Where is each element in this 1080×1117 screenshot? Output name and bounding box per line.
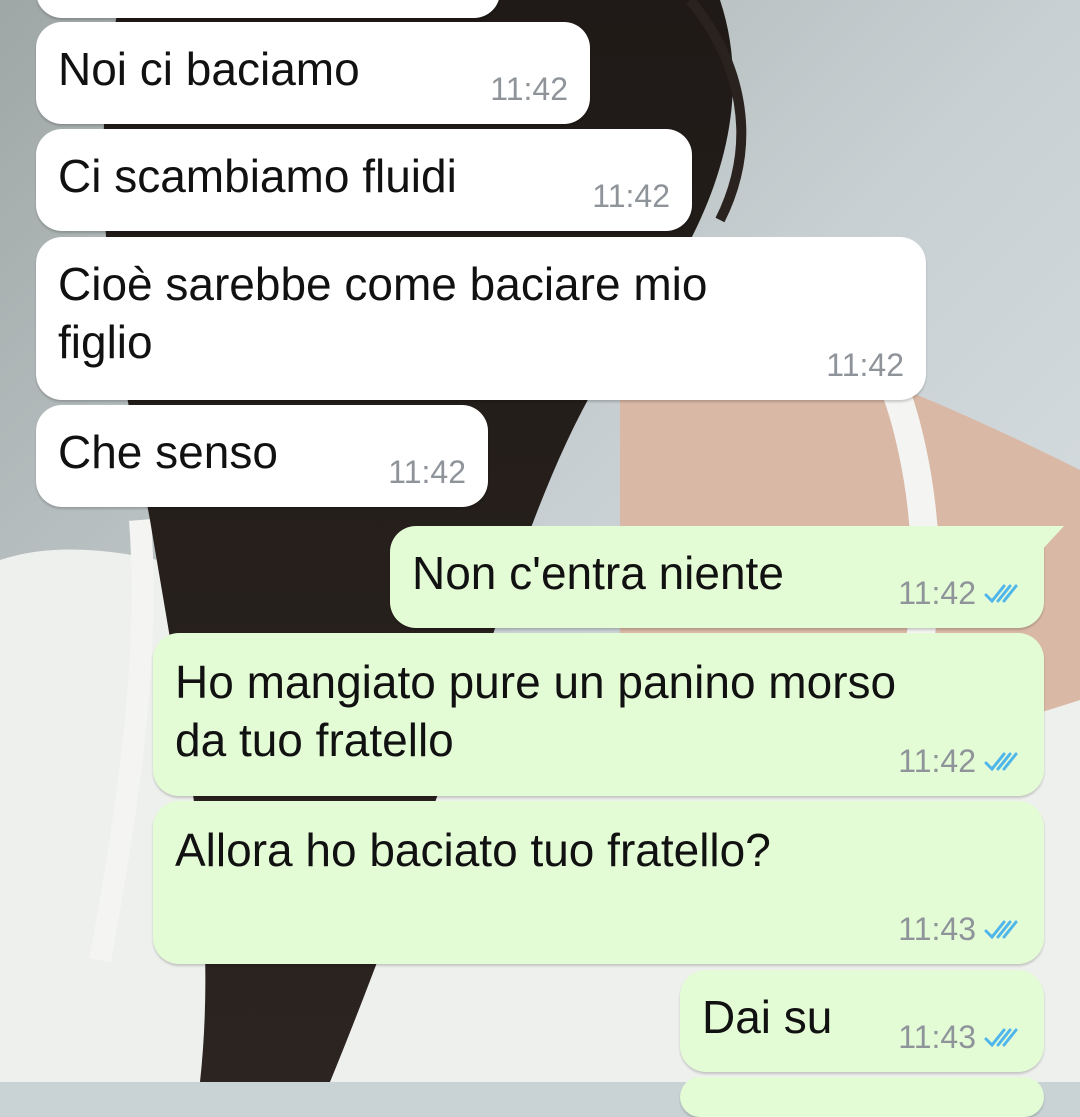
message-bubble-partial[interactable] bbox=[680, 1077, 1044, 1117]
message-bubble-incoming[interactable]: Cioè sarebbe come baciare mio figlio 11:… bbox=[36, 237, 926, 400]
message-text: Dai su bbox=[702, 991, 833, 1043]
message-text: Cioè sarebbe come baciare mio figlio bbox=[58, 258, 708, 368]
double-check-icon bbox=[984, 920, 1018, 939]
message-timestamp: 11:42 bbox=[898, 743, 976, 779]
message-bubble-partial[interactable] bbox=[36, 0, 500, 18]
message-bubble-outgoing[interactable]: Dai su 11:43 bbox=[680, 970, 1044, 1072]
message-time: 11:42 bbox=[826, 347, 904, 384]
message-timestamp: 11:42 bbox=[592, 178, 670, 214]
message-timestamp: 11:43 bbox=[898, 911, 976, 947]
message-timestamp: 11:42 bbox=[826, 347, 904, 383]
message-bubble-outgoing[interactable]: Allora ho baciato tuo fratello? 11:43 bbox=[153, 801, 1044, 964]
message-timestamp: 11:43 bbox=[898, 1019, 976, 1055]
message-time: 11:42 bbox=[592, 178, 670, 215]
message-bubble-incoming[interactable]: Noi ci baciamo 11:42 bbox=[36, 22, 590, 124]
message-text: Non c'entra niente bbox=[412, 547, 784, 599]
message-text: Allora ho baciato tuo fratello? bbox=[175, 824, 771, 876]
message-text: Ci scambiamo fluidi bbox=[58, 150, 457, 202]
message-timestamp: 11:42 bbox=[388, 454, 466, 490]
message-time: 11:43 bbox=[898, 911, 1022, 948]
message-text: Ho mangiato pure un panino morso da tuo … bbox=[175, 656, 897, 766]
message-bubble-incoming[interactable]: Ci scambiamo fluidi 11:42 bbox=[36, 129, 692, 231]
message-time: 11:43 bbox=[898, 1019, 1022, 1056]
message-bubble-outgoing[interactable]: Non c'entra niente 11:42 bbox=[390, 526, 1064, 628]
message-time: 11:42 bbox=[898, 743, 1022, 780]
double-check-icon bbox=[984, 584, 1018, 603]
double-check-icon bbox=[984, 1028, 1018, 1047]
bubble-tail bbox=[1040, 526, 1064, 552]
message-time: 11:42 bbox=[898, 575, 1022, 612]
message-timestamp: 11:42 bbox=[490, 71, 568, 107]
message-time: 11:42 bbox=[388, 454, 466, 491]
message-bubble-incoming[interactable]: Che senso 11:42 bbox=[36, 405, 488, 507]
message-text: Che senso bbox=[58, 426, 278, 478]
message-bubble-outgoing[interactable]: Ho mangiato pure un panino morso da tuo … bbox=[153, 633, 1044, 796]
message-text: Noi ci baciamo bbox=[58, 43, 360, 95]
message-time: 11:42 bbox=[490, 71, 568, 108]
double-check-icon bbox=[984, 752, 1018, 771]
message-timestamp: 11:42 bbox=[898, 575, 976, 611]
